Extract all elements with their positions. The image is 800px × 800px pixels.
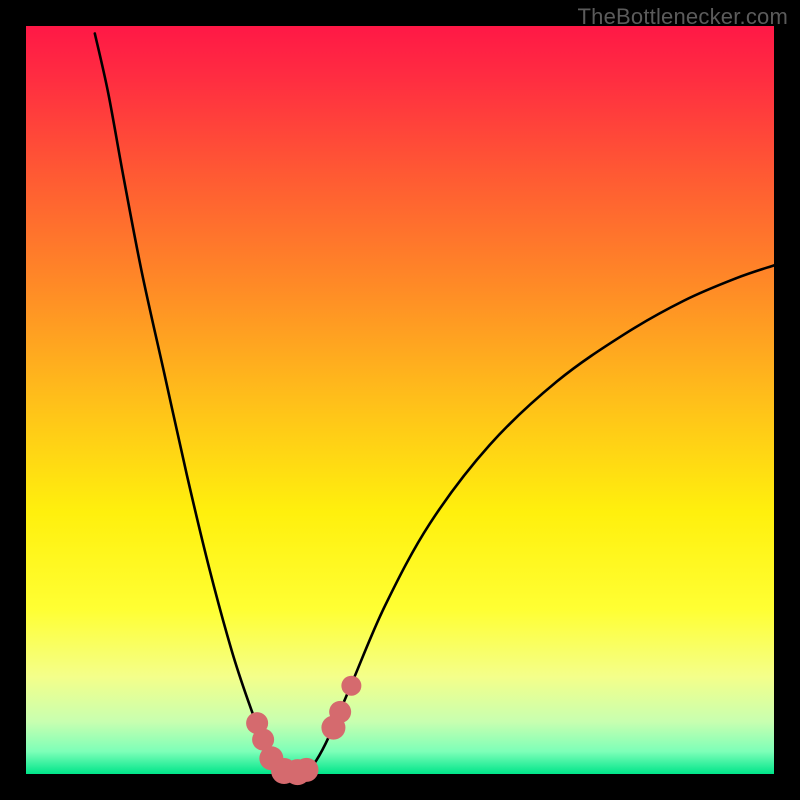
marker-left-cluster (295, 758, 319, 782)
chart-svg (0, 0, 800, 800)
marker-right-cluster (329, 701, 351, 723)
plot-area (26, 26, 774, 774)
chart-container: TheBottlenecker.com (0, 0, 800, 800)
watermark-label: TheBottlenecker.com (578, 4, 788, 30)
marker-right-cluster (341, 676, 361, 696)
